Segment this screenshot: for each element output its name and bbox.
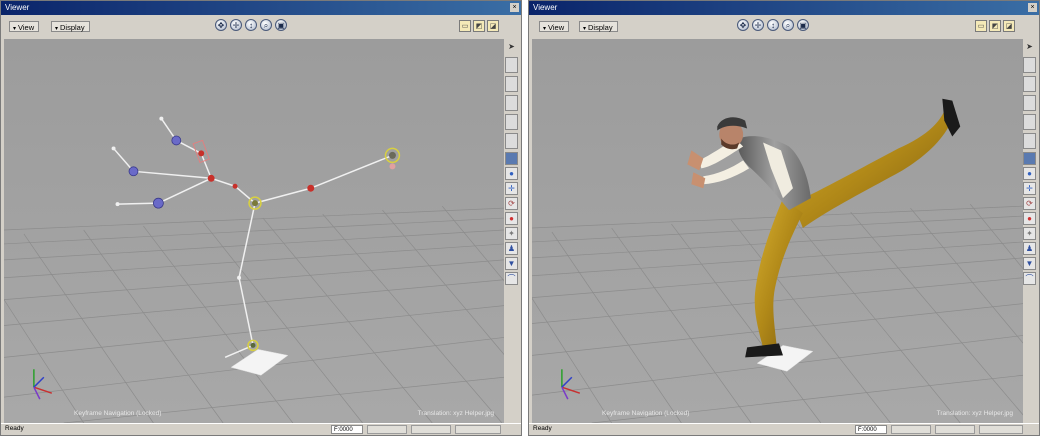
camera-tool-icon[interactable]	[1023, 152, 1036, 165]
display-menu-button[interactable]: ▾ Display	[51, 21, 90, 32]
select-tool-icon[interactable]: ●	[505, 167, 518, 180]
dropdown-arrow-icon: ▾	[55, 26, 59, 32]
character-scene	[532, 39, 1023, 423]
dolly-icon[interactable]: ↕	[767, 19, 779, 31]
tool-slot[interactable]	[1023, 76, 1036, 92]
tool-slot[interactable]	[1023, 57, 1036, 73]
viewer-window-left: Viewer × ▾ View ▾ Display ✥ ✛ ↕ ⌕ ▣ ▭ ◩ ◪	[0, 0, 522, 436]
tool-slot[interactable]	[505, 95, 518, 111]
camera-side-icon[interactable]: ◪	[487, 20, 499, 32]
pan-icon[interactable]: ✥	[737, 19, 749, 31]
hips-effector-core	[252, 200, 258, 207]
title-bar[interactable]: Viewer ×	[529, 1, 1039, 15]
keyframe-tool-icon[interactable]: ●	[505, 212, 518, 225]
camera-side-icon[interactable]: ◪	[1003, 20, 1015, 32]
tool-slot[interactable]	[1023, 95, 1036, 111]
viewer-toolbar: ▾ View ▾ Display ✥ ✛ ↕ ⌕ ▣ ▭ ◩ ◪	[1, 15, 521, 37]
status-slot	[455, 425, 501, 434]
rotate-tool-icon[interactable]: ⟳	[1023, 197, 1036, 210]
cursor-icon[interactable]: ➤	[505, 41, 518, 54]
right-elbow-effector[interactable]	[171, 135, 182, 146]
pan-icon[interactable]: ✥	[215, 19, 227, 31]
foot-effector-core	[250, 342, 256, 348]
window-title: Viewer	[5, 3, 30, 12]
orbit-icon[interactable]: ✛	[752, 19, 764, 31]
pin-tool-icon[interactable]: ✦	[1023, 227, 1036, 240]
dropdown-arrow-icon: ▾	[583, 26, 587, 32]
viewport-caption-right: Translation: xyz Helper.jpg	[417, 410, 494, 417]
tool-slot[interactable]	[505, 133, 518, 149]
knee-effector[interactable]	[307, 184, 315, 192]
tool-slot[interactable]	[1023, 133, 1036, 149]
tool-palette: ➤ ● ✛ ⟳ ● ✦ ♟ ▼ ⌒	[505, 41, 520, 421]
camera-front-icon[interactable]: ▭	[975, 20, 987, 32]
status-text: Ready	[5, 425, 24, 432]
spine-effector[interactable]	[232, 183, 238, 189]
frame-field[interactable]: F:0000	[331, 425, 363, 434]
status-slot	[411, 425, 451, 434]
raised-foot-effector-core	[388, 151, 396, 159]
orbit-icon[interactable]: ✛	[230, 19, 242, 31]
viewport-caption-right: Translation: xyz Helper.jpg	[936, 410, 1013, 417]
select-tool-icon[interactable]: ●	[1023, 167, 1036, 180]
filter-tool-icon[interactable]: ▼	[1023, 257, 1036, 270]
character-tool-icon[interactable]: ♟	[1023, 242, 1036, 255]
camera-front-icon[interactable]: ▭	[459, 20, 471, 32]
status-slot	[979, 425, 1023, 434]
dropdown-arrow-icon: ▾	[543, 26, 547, 32]
close-icon[interactable]: ×	[1028, 3, 1037, 12]
camera-persp-icon[interactable]: ◩	[473, 20, 485, 32]
left-elbow-effector[interactable]	[128, 166, 139, 177]
character-tool-icon[interactable]: ♟	[505, 242, 518, 255]
frame-field[interactable]: F:0000	[855, 425, 887, 434]
title-bar[interactable]: Viewer ×	[1, 1, 521, 15]
viewport-caption-left: Keyframe Navigation (Locked)	[74, 410, 162, 417]
cursor-icon[interactable]: ➤	[1023, 41, 1036, 54]
curve-tool-icon[interactable]: ⌒	[1023, 272, 1036, 285]
dolly-icon[interactable]: ↕	[245, 19, 257, 31]
curve-tool-icon[interactable]: ⌒	[505, 272, 518, 285]
status-slot	[935, 425, 975, 434]
zoom-icon[interactable]: ⌕	[260, 19, 272, 31]
translate-tool-icon[interactable]: ✛	[1023, 182, 1036, 195]
window-title: Viewer	[533, 3, 558, 12]
tool-slot[interactable]	[1023, 114, 1036, 130]
tool-slot[interactable]	[505, 76, 518, 92]
status-bar: Ready F:0000	[529, 423, 1039, 435]
display-menu-button[interactable]: ▾ Display	[579, 21, 618, 32]
zoom-icon[interactable]: ⌕	[782, 19, 794, 31]
viewport-caption-left: Keyframe Navigation (Locked)	[602, 410, 690, 417]
keyframe-tool-icon[interactable]: ●	[1023, 212, 1036, 225]
skeleton-scene	[4, 39, 504, 423]
head-effector[interactable]	[198, 150, 205, 157]
tool-slot[interactable]	[505, 57, 518, 73]
translate-tool-icon[interactable]: ✛	[505, 182, 518, 195]
camera-tool-icon[interactable]	[505, 152, 518, 165]
filter-tool-icon[interactable]: ▼	[505, 257, 518, 270]
status-text: Ready	[533, 425, 552, 432]
status-slot	[891, 425, 931, 434]
fit-icon[interactable]: ▣	[797, 19, 809, 31]
tool-palette: ➤ ● ✛ ⟳ ● ✦ ♟ ▼ ⌒	[1023, 41, 1038, 421]
pin-tool-icon[interactable]: ✦	[505, 227, 518, 240]
rotate-tool-icon[interactable]: ⟳	[505, 197, 518, 210]
close-icon[interactable]: ×	[510, 3, 519, 12]
view-menu-button[interactable]: ▾ View	[539, 21, 570, 32]
3d-viewport[interactable]: Keyframe Navigation (Locked) Translation…	[4, 39, 504, 423]
left-hand-effector[interactable]	[153, 197, 164, 209]
3d-viewport[interactable]: Keyframe Navigation (Locked) Translation…	[532, 39, 1023, 423]
chest-effector[interactable]	[207, 174, 215, 182]
fit-icon[interactable]: ▣	[275, 19, 287, 31]
viewer-toolbar: ▾ View ▾ Display ✥ ✛ ↕ ⌕ ▣ ▭ ◩ ◪	[529, 15, 1039, 37]
toe-effector[interactable]	[389, 163, 396, 170]
view-menu-button[interactable]: ▾ View	[9, 21, 40, 32]
status-bar: Ready F:0000	[1, 423, 521, 435]
dropdown-arrow-icon: ▾	[13, 26, 17, 32]
camera-persp-icon[interactable]: ◩	[989, 20, 1001, 32]
tool-slot[interactable]	[505, 114, 518, 130]
viewer-window-right: Viewer × ▾ View ▾ Display ✥ ✛ ↕ ⌕ ▣ ▭ ◩ ◪	[528, 0, 1040, 436]
status-slot	[367, 425, 407, 434]
